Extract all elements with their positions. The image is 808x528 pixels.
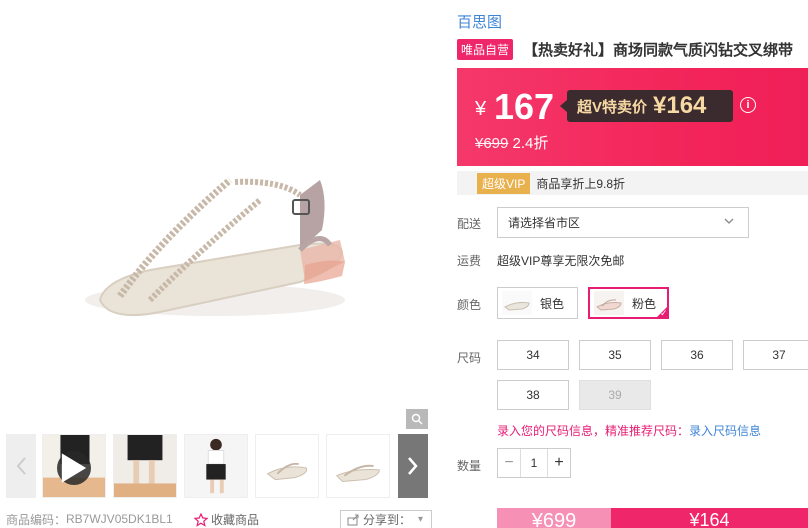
color-option-pink[interactable]: 粉色 ✓ — [588, 287, 669, 319]
current-price: 167 — [494, 86, 555, 127]
product-title: 【热卖好礼】商场同款气质闪钻交叉绑带 — [523, 42, 794, 59]
svip-price: ¥164 — [653, 92, 707, 119]
favorite-label: 收藏商品 — [211, 513, 260, 527]
vip-strip: 超级VIP 商品享折上9.8折 — [457, 171, 808, 195]
product-meta-bar: 商品编码： RB7WJV05DK1BL1 收藏商品 分享到： ▾ — [6, 510, 432, 528]
zoom-icon[interactable] — [406, 409, 428, 429]
product-code-label: 商品编码： — [6, 512, 67, 527]
quantity-stepper: − 1 + — [497, 448, 571, 478]
quantity-input[interactable]: 1 — [520, 449, 548, 477]
svip-label: 超V特卖价 — [577, 98, 648, 116]
size-label: 尺码 — [457, 351, 482, 365]
size-option[interactable]: 35 — [579, 340, 651, 370]
svip-price-tag: 超V特卖价 ¥164 — [560, 90, 733, 122]
super-vip-badge[interactable]: 超级VIP — [477, 172, 531, 194]
share-label: 分享到： — [363, 513, 412, 527]
self-operated-badge: 唯品自营 — [457, 39, 514, 60]
size-option-disabled: 39 — [579, 380, 651, 410]
size-help-link[interactable]: 录入尺码信息 — [689, 424, 761, 438]
shipping-text: 超级VIP尊享无限次免邮 — [497, 254, 625, 268]
quantity-minus-button[interactable]: − — [498, 449, 520, 477]
color-option-label: 银色 — [540, 296, 565, 311]
region-select-value: 请选择省市区 — [508, 216, 581, 230]
thumbnail-image[interactable] — [113, 434, 177, 498]
size-help: 录入您的尺码信息，精准推荐尺码：录入尺码信息 — [497, 422, 761, 439]
title-row: 唯品自营 【热卖好礼】商场同款气质闪钻交叉绑带 — [457, 39, 793, 60]
color-option-silver[interactable]: 银色 — [497, 287, 578, 319]
original-price: ¥699 — [475, 135, 509, 152]
color-option-label: 粉色 — [632, 296, 657, 311]
chevron-down-icon — [724, 215, 734, 229]
thumbnail-image[interactable] — [255, 434, 319, 498]
thumbnail-prev-button[interactable] — [6, 434, 36, 498]
thumbnail-video[interactable] — [42, 434, 106, 498]
price-box: ¥ 167 超V特卖价 ¥164 i ¥699 2.4折 — [457, 68, 808, 166]
main-product-image[interactable] — [0, 0, 430, 430]
thumbnail-strip — [0, 434, 430, 500]
check-icon: ✓ — [655, 305, 669, 319]
share-button[interactable]: 分享到： ▾ — [340, 510, 432, 528]
color-swatch — [594, 291, 624, 315]
play-icon[interactable] — [57, 451, 91, 485]
thumbnail-next-button[interactable] — [398, 434, 428, 498]
vip-discount-text: 商品享折上9.8折 — [536, 176, 626, 191]
thumbnail-image[interactable] — [184, 434, 248, 498]
share-icon — [347, 514, 359, 525]
quantity-plus-button[interactable]: + — [548, 449, 570, 477]
chevron-down-icon: ▾ — [418, 514, 424, 525]
price-currency: ¥ — [475, 98, 487, 120]
discount-rate: 2.4折 — [512, 135, 549, 152]
shipping-label: 运费 — [457, 254, 482, 268]
buy-original-price-button[interactable]: ¥699 — [497, 508, 611, 528]
info-icon[interactable]: i — [740, 97, 756, 113]
brand-link[interactable]: 百思图 — [457, 11, 502, 32]
size-help-text: 录入您的尺码信息，精准推荐尺码： — [497, 424, 690, 438]
star-icon — [194, 512, 208, 527]
size-option[interactable]: 34 — [497, 340, 569, 370]
size-option[interactable]: 36 — [661, 340, 733, 370]
quantity-label: 数量 — [457, 459, 482, 473]
size-option[interactable]: 37 — [743, 340, 808, 370]
thumbnail-image[interactable] — [326, 434, 390, 498]
color-label: 颜色 — [457, 298, 482, 312]
favorite-button[interactable]: 收藏商品 — [194, 511, 259, 528]
color-swatch — [502, 291, 532, 315]
buy-vip-price-button[interactable]: ¥164 — [611, 508, 808, 528]
region-select[interactable]: 请选择省市区 — [497, 207, 749, 238]
size-option[interactable]: 38 — [497, 380, 569, 410]
original-price-row: ¥699 2.4折 — [475, 132, 548, 153]
product-page: 商品编码： RB7WJV05DK1BL1 收藏商品 分享到： ▾ 百思图 唯品自… — [0, 0, 808, 528]
sandal-image — [85, 177, 345, 317]
delivery-label: 配送 — [457, 217, 482, 231]
product-code: RB7WJV05DK1BL1 — [66, 512, 173, 526]
